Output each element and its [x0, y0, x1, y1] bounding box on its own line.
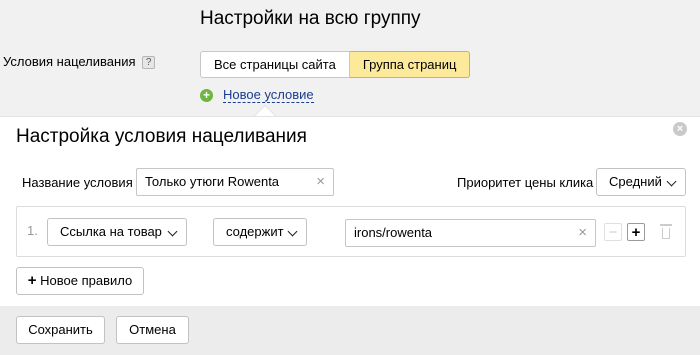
rule-value-input[interactable]: irons/rowenta × [345, 219, 596, 247]
condition-name-value: Только утюги Rowenta [145, 174, 280, 189]
trash-icon[interactable] [660, 224, 672, 239]
chevron-down-icon [666, 176, 677, 187]
cancel-button[interactable]: Отмена [116, 316, 189, 344]
all-pages-button[interactable]: Все страницы сайта [200, 51, 350, 78]
rule-field-value: Ссылка на товар [60, 224, 162, 239]
new-rule-label: Новое правило [40, 273, 133, 288]
clear-icon[interactable]: × [578, 220, 587, 246]
rule-operator-value: содержит [226, 224, 284, 239]
chevron-down-icon [287, 226, 298, 237]
save-button[interactable]: Сохранить [16, 316, 105, 344]
rule-value-text: irons/rowenta [354, 225, 433, 240]
add-value-button[interactable]: + [627, 223, 645, 241]
priority-value: Средний [609, 174, 662, 189]
condition-name-input[interactable]: Только утюги Rowenta × [136, 168, 334, 196]
page-group-button[interactable]: Группа страниц [349, 51, 471, 78]
priority-dropdown[interactable]: Средний [596, 168, 686, 196]
add-circle-icon: + [200, 89, 213, 102]
priority-label: Приоритет цены клика [457, 175, 594, 190]
page-title: Настройки на всю группу [200, 8, 421, 29]
condition-name-label: Название условия [22, 175, 133, 190]
plus-icon: + [27, 272, 37, 289]
rule-field-dropdown[interactable]: Ссылка на товар [47, 218, 187, 246]
clear-icon[interactable]: × [316, 169, 325, 195]
rule-operator-dropdown[interactable]: содержит [213, 218, 307, 246]
panel-title: Настройка условия нацеливания [16, 126, 307, 147]
rule-number: 1. [27, 223, 38, 238]
close-icon[interactable]: × [673, 122, 687, 136]
targeting-label-text: Условия нацеливания [3, 54, 136, 69]
help-icon[interactable]: ? [142, 56, 156, 69]
targeting-mode-switch: Все страницы сайта Группа страниц [200, 51, 471, 78]
chevron-down-icon [167, 226, 178, 237]
new-rule-button[interactable]: + Новое правило [16, 267, 144, 295]
targeting-conditions-label: Условия нацеливания ? [3, 54, 156, 70]
new-condition-label[interactable]: Новое условие [223, 88, 314, 103]
new-condition-link[interactable]: + Новое условие [200, 88, 314, 103]
panel-footer [0, 306, 700, 355]
remove-value-button[interactable]: − [604, 223, 622, 241]
